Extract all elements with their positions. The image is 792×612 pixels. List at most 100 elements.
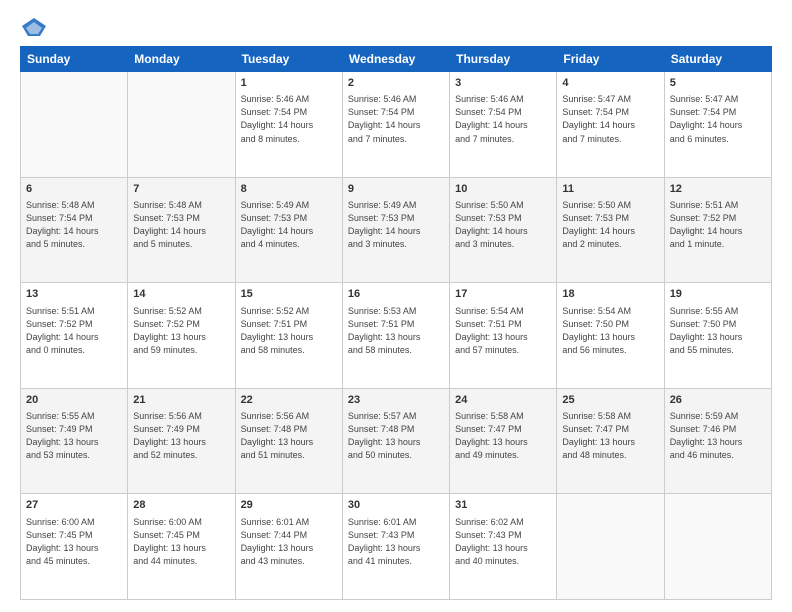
day-number: 6 <box>26 182 122 197</box>
day-number: 4 <box>562 76 658 91</box>
calendar-cell: 17 Sunrise: 5:54 AM Sunset: 7:51 PM Dayli… <box>450 283 557 389</box>
weekday-header-sunday: Sunday <box>21 47 128 72</box>
calendar-cell: 15Sunrise: 5:52 AM Sunset: 7:51 PM Dayli… <box>235 283 342 389</box>
calendar-cell: 11 Sunrise: 5:50 AM Sunset: 7:53 PM Dayli… <box>557 177 664 283</box>
day-info: Sunrise: 5:56 AM Sunset: 7:48 PM Dayligh… <box>241 410 337 462</box>
day-info: Sunrise: 5:46 AM Sunset: 7:54 PM Dayligh… <box>348 93 444 145</box>
day-info: Sunrise: 5:58 AM Sunset: 7:47 PM Dayligh… <box>455 410 551 462</box>
day-number: 9 <box>348 182 444 197</box>
calendar-cell: 26Sunrise: 5:59 AM Sunset: 7:46 PM Dayli… <box>664 388 771 494</box>
logo <box>20 16 52 38</box>
calendar-cell: 29 Sunrise: 6:01 AM Sunset: 7:44 PM Dayli… <box>235 494 342 600</box>
day-number: 24 <box>455 393 551 408</box>
day-number: 13 <box>26 287 122 302</box>
day-info: Sunrise: 5:55 AM Sunset: 7:50 PM Dayligh… <box>670 305 766 357</box>
day-info: Sunrise: 5:54 AM Sunset: 7:50 PM Dayligh… <box>562 305 658 357</box>
calendar-cell: 2 Sunrise: 5:46 AM Sunset: 7:54 PM Daylig… <box>342 72 449 178</box>
day-info: Sunrise: 5:57 AM Sunset: 7:48 PM Dayligh… <box>348 410 444 462</box>
calendar-cell: 30 Sunrise: 6:01 AM Sunset: 7:43 PM Dayli… <box>342 494 449 600</box>
calendar-cell: 19 Sunrise: 5:55 AM Sunset: 7:50 PM Dayli… <box>664 283 771 389</box>
day-number: 11 <box>562 182 658 197</box>
calendar-cell: 18 Sunrise: 5:54 AM Sunset: 7:50 PM Dayli… <box>557 283 664 389</box>
day-number: 28 <box>133 498 229 513</box>
day-number: 17 <box>455 287 551 302</box>
day-number: 23 <box>348 393 444 408</box>
weekday-header-saturday: Saturday <box>664 47 771 72</box>
calendar-cell: 23 Sunrise: 5:57 AM Sunset: 7:48 PM Dayli… <box>342 388 449 494</box>
day-info: Sunrise: 5:46 AM Sunset: 7:54 PM Dayligh… <box>455 93 551 145</box>
calendar-cell: 21 Sunrise: 5:56 AM Sunset: 7:49 PM Dayli… <box>128 388 235 494</box>
day-info: Sunrise: 6:01 AM Sunset: 7:43 PM Dayligh… <box>348 516 444 568</box>
weekday-header-monday: Monday <box>128 47 235 72</box>
day-info: Sunrise: 5:56 AM Sunset: 7:49 PM Dayligh… <box>133 410 229 462</box>
weekday-header-wednesday: Wednesday <box>342 47 449 72</box>
day-info: Sunrise: 5:52 AM Sunset: 7:51 PM Dayligh… <box>241 305 337 357</box>
calendar-week-2: 6 Sunrise: 5:48 AM Sunset: 7:54 PM Daylig… <box>21 177 772 283</box>
day-number: 2 <box>348 76 444 91</box>
day-info: Sunrise: 5:53 AM Sunset: 7:51 PM Dayligh… <box>348 305 444 357</box>
calendar-cell: 27 Sunrise: 6:00 AM Sunset: 7:45 PM Dayli… <box>21 494 128 600</box>
calendar-cell <box>21 72 128 178</box>
day-info: Sunrise: 6:00 AM Sunset: 7:45 PM Dayligh… <box>26 516 122 568</box>
day-number: 29 <box>241 498 337 513</box>
calendar-cell: 6 Sunrise: 5:48 AM Sunset: 7:54 PM Daylig… <box>21 177 128 283</box>
weekday-header-thursday: Thursday <box>450 47 557 72</box>
day-info: Sunrise: 5:50 AM Sunset: 7:53 PM Dayligh… <box>562 199 658 251</box>
calendar-cell: 5 Sunrise: 5:47 AM Sunset: 7:54 PM Daylig… <box>664 72 771 178</box>
calendar-cell: 14Sunrise: 5:52 AM Sunset: 7:52 PM Dayli… <box>128 283 235 389</box>
calendar-cell: 12Sunrise: 5:51 AM Sunset: 7:52 PM Dayli… <box>664 177 771 283</box>
day-number: 21 <box>133 393 229 408</box>
day-number: 5 <box>670 76 766 91</box>
weekday-header-row: SundayMondayTuesdayWednesdayThursdayFrid… <box>21 47 772 72</box>
day-info: Sunrise: 6:01 AM Sunset: 7:44 PM Dayligh… <box>241 516 337 568</box>
calendar-cell: 28 Sunrise: 6:00 AM Sunset: 7:45 PM Dayli… <box>128 494 235 600</box>
day-number: 20 <box>26 393 122 408</box>
day-info: Sunrise: 5:59 AM Sunset: 7:46 PM Dayligh… <box>670 410 766 462</box>
calendar-cell: 1 Sunrise: 5:46 AM Sunset: 7:54 PM Daylig… <box>235 72 342 178</box>
day-number: 18 <box>562 287 658 302</box>
calendar-cell: 20Sunrise: 5:55 AM Sunset: 7:49 PM Dayli… <box>21 388 128 494</box>
day-number: 16 <box>348 287 444 302</box>
calendar-week-5: 27 Sunrise: 6:00 AM Sunset: 7:45 PM Dayli… <box>21 494 772 600</box>
day-info: Sunrise: 6:00 AM Sunset: 7:45 PM Dayligh… <box>133 516 229 568</box>
day-number: 22 <box>241 393 337 408</box>
header <box>20 16 772 38</box>
day-info: Sunrise: 5:48 AM Sunset: 7:53 PM Dayligh… <box>133 199 229 251</box>
page: SundayMondayTuesdayWednesdayThursdayFrid… <box>0 0 792 612</box>
calendar-cell: 22 Sunrise: 5:56 AM Sunset: 7:48 PM Dayli… <box>235 388 342 494</box>
day-info: Sunrise: 5:47 AM Sunset: 7:54 PM Dayligh… <box>562 93 658 145</box>
calendar-cell <box>557 494 664 600</box>
day-info: Sunrise: 5:52 AM Sunset: 7:52 PM Dayligh… <box>133 305 229 357</box>
calendar-cell: 3 Sunrise: 5:46 AM Sunset: 7:54 PM Daylig… <box>450 72 557 178</box>
calendar-cell: 8Sunrise: 5:49 AM Sunset: 7:53 PM Daylig… <box>235 177 342 283</box>
day-info: Sunrise: 5:48 AM Sunset: 7:54 PM Dayligh… <box>26 199 122 251</box>
calendar-cell: 16 Sunrise: 5:53 AM Sunset: 7:51 PM Dayli… <box>342 283 449 389</box>
day-number: 30 <box>348 498 444 513</box>
day-number: 27 <box>26 498 122 513</box>
calendar-cell: 24 Sunrise: 5:58 AM Sunset: 7:47 PM Dayli… <box>450 388 557 494</box>
day-number: 31 <box>455 498 551 513</box>
calendar-cell: 7 Sunrise: 5:48 AM Sunset: 7:53 PM Daylig… <box>128 177 235 283</box>
day-number: 8 <box>241 182 337 197</box>
day-number: 7 <box>133 182 229 197</box>
calendar-cell: 10Sunrise: 5:50 AM Sunset: 7:53 PM Dayli… <box>450 177 557 283</box>
day-info: Sunrise: 6:02 AM Sunset: 7:43 PM Dayligh… <box>455 516 551 568</box>
day-info: Sunrise: 5:51 AM Sunset: 7:52 PM Dayligh… <box>670 199 766 251</box>
calendar-cell: 25Sunrise: 5:58 AM Sunset: 7:47 PM Dayli… <box>557 388 664 494</box>
day-info: Sunrise: 5:54 AM Sunset: 7:51 PM Dayligh… <box>455 305 551 357</box>
day-info: Sunrise: 5:51 AM Sunset: 7:52 PM Dayligh… <box>26 305 122 357</box>
day-info: Sunrise: 5:47 AM Sunset: 7:54 PM Dayligh… <box>670 93 766 145</box>
day-number: 19 <box>670 287 766 302</box>
day-info: Sunrise: 5:50 AM Sunset: 7:53 PM Dayligh… <box>455 199 551 251</box>
calendar-week-1: 1 Sunrise: 5:46 AM Sunset: 7:54 PM Daylig… <box>21 72 772 178</box>
calendar-table: SundayMondayTuesdayWednesdayThursdayFrid… <box>20 46 772 600</box>
calendar-cell: 4 Sunrise: 5:47 AM Sunset: 7:54 PM Daylig… <box>557 72 664 178</box>
calendar-cell: 13 Sunrise: 5:51 AM Sunset: 7:52 PM Dayli… <box>21 283 128 389</box>
weekday-header-tuesday: Tuesday <box>235 47 342 72</box>
day-info: Sunrise: 5:58 AM Sunset: 7:47 PM Dayligh… <box>562 410 658 462</box>
day-info: Sunrise: 5:46 AM Sunset: 7:54 PM Dayligh… <box>241 93 337 145</box>
day-number: 3 <box>455 76 551 91</box>
day-info: Sunrise: 5:49 AM Sunset: 7:53 PM Dayligh… <box>348 199 444 251</box>
calendar-week-4: 20Sunrise: 5:55 AM Sunset: 7:49 PM Dayli… <box>21 388 772 494</box>
day-number: 1 <box>241 76 337 91</box>
